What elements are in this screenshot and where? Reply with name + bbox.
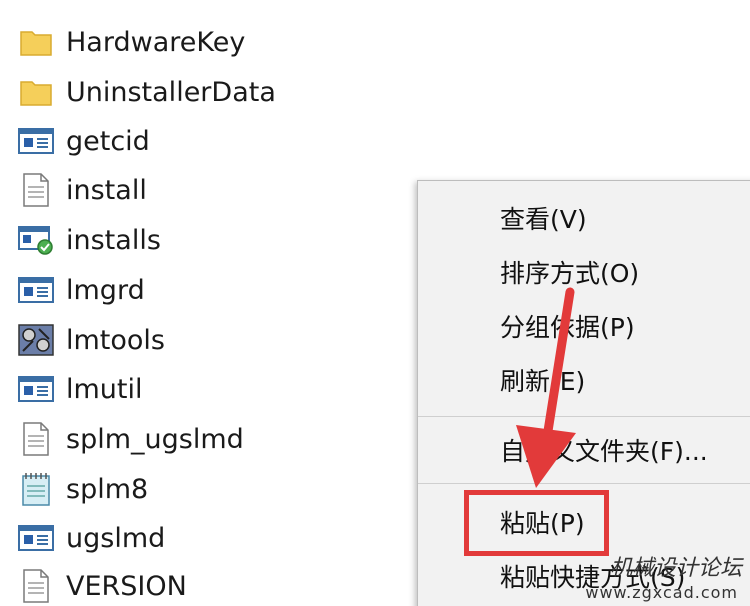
file-name: installs bbox=[66, 224, 161, 256]
file-row-uninstallerdata[interactable]: UninstallerData bbox=[16, 72, 276, 112]
exe-window-icon bbox=[16, 520, 56, 556]
menu-item-customize-folder[interactable]: 自定义文件夹(F)... bbox=[500, 439, 708, 464]
file-row-lmtools[interactable]: lmtools bbox=[16, 320, 165, 360]
document-icon bbox=[16, 172, 56, 208]
exe-window-icon bbox=[16, 272, 56, 308]
exe-window-icon bbox=[16, 123, 56, 159]
menu-item-view[interactable]: 查看(V) bbox=[500, 207, 587, 232]
menu-item-sort-by[interactable]: 排序方式(O) bbox=[500, 261, 639, 286]
file-row-version[interactable]: VERSION bbox=[16, 566, 187, 606]
file-row-lmgrd[interactable]: lmgrd bbox=[16, 270, 145, 310]
file-row-splm8[interactable]: splm8 bbox=[16, 469, 148, 509]
menu-separator bbox=[418, 416, 750, 417]
watermark-url: www.zgxcad.com bbox=[585, 583, 738, 602]
file-name: HardwareKey bbox=[66, 26, 246, 58]
desktop-screenshot: HardwareKey UninstallerData getcid insta… bbox=[0, 0, 750, 606]
file-name: UninstallerData bbox=[66, 76, 276, 108]
file-name: lmgrd bbox=[66, 274, 145, 306]
document-icon bbox=[16, 568, 56, 604]
file-row-lmutil[interactable]: lmutil bbox=[16, 369, 143, 409]
file-row-installs[interactable]: installs bbox=[16, 220, 161, 260]
file-row-hardwarekey[interactable]: HardwareKey bbox=[16, 22, 245, 62]
menu-item-group-by[interactable]: 分组依据(P) bbox=[500, 315, 635, 340]
tools-icon bbox=[16, 322, 56, 358]
menu-separator bbox=[418, 483, 750, 484]
file-row-splm-ugslmd[interactable]: splm_ugslmd bbox=[16, 419, 244, 459]
file-name: splm_ugslmd bbox=[66, 423, 244, 455]
file-name: getcid bbox=[66, 125, 150, 157]
file-row-ugslmd[interactable]: ugslmd bbox=[16, 518, 165, 558]
file-name: VERSION bbox=[66, 570, 187, 602]
file-name: install bbox=[66, 174, 147, 206]
menu-item-refresh[interactable]: 刷新(E) bbox=[500, 369, 585, 394]
file-name: lmtools bbox=[66, 324, 165, 356]
file-row-getcid[interactable]: getcid bbox=[16, 121, 150, 161]
exe-window-icon bbox=[16, 371, 56, 407]
watermark-text: 机械设计论坛 bbox=[609, 556, 742, 581]
file-row-install[interactable]: install bbox=[16, 170, 147, 210]
file-name: splm8 bbox=[66, 473, 149, 505]
menu-item-paste[interactable]: 粘贴(P) bbox=[500, 511, 585, 536]
folder-icon bbox=[16, 24, 56, 60]
folder-icon bbox=[16, 74, 56, 110]
file-name: lmutil bbox=[66, 373, 143, 405]
document-icon bbox=[16, 421, 56, 457]
file-list: HardwareKey UninstallerData getcid insta… bbox=[0, 0, 420, 606]
context-menu: 查看(V) 排序方式(O) 分组依据(P) 刷新(E) 自定义文件夹(F)...… bbox=[417, 180, 750, 606]
installer-icon bbox=[16, 222, 56, 258]
file-name: ugslmd bbox=[66, 522, 166, 554]
notepad-icon bbox=[16, 471, 56, 507]
